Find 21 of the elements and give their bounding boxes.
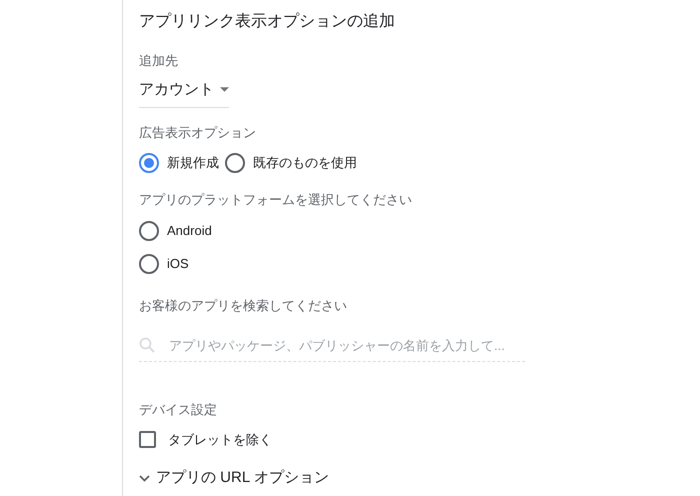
account-dropdown[interactable]: アカウント — [139, 78, 229, 108]
radio-button[interactable] — [139, 254, 159, 274]
radio-button[interactable] — [225, 152, 245, 172]
url-options-expander[interactable]: アプリの URL オプション — [139, 467, 525, 490]
radio-label: Android — [167, 222, 212, 240]
caret-icon — [220, 87, 229, 92]
field-label: デバイス設定 — [139, 401, 218, 419]
radio-label: iOS — [167, 255, 189, 274]
section-title: アプリリンク表示オプションの追加 — [139, 12, 396, 32]
field-label: アプリのプラットフォームを選択してください — [139, 190, 413, 208]
field-label: 追加先 — [139, 52, 179, 70]
search-field[interactable]: アプリやパッケージ、パブリッシャーの名前を入力して... — [139, 336, 525, 362]
radio-label: 新規作成 — [167, 154, 219, 172]
search-icon — [139, 337, 155, 354]
field-label: お客様のアプリを検索してください — [139, 297, 348, 315]
checkbox[interactable] — [139, 430, 156, 448]
radio-button[interactable] — [139, 152, 159, 172]
field-label: 広告表示オプション — [139, 124, 257, 142]
radio-label: 既存のものを使用 — [253, 154, 357, 172]
radio-button[interactable] — [139, 221, 159, 241]
checkbox-label: タブレットを除く — [168, 430, 272, 448]
